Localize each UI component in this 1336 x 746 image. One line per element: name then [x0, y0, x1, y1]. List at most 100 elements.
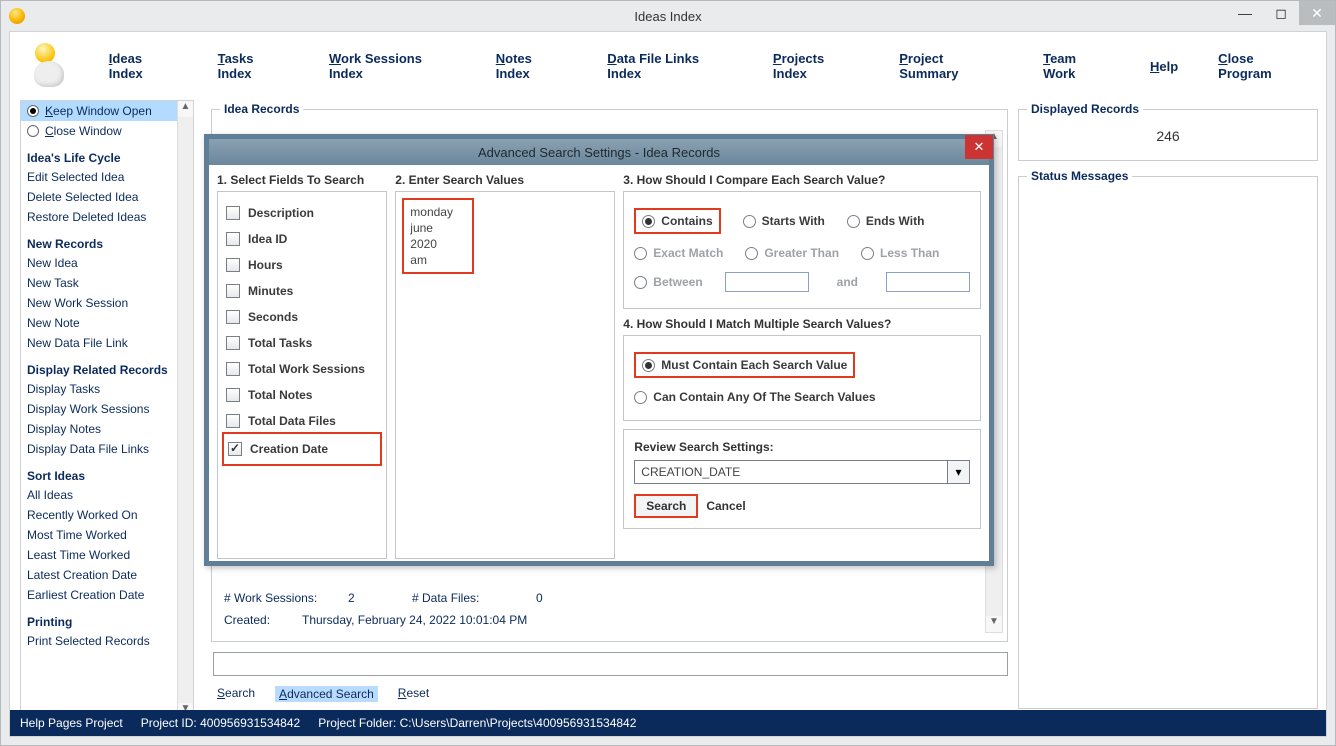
- side-link[interactable]: Display Notes: [21, 419, 193, 439]
- between-from-input[interactable]: [725, 272, 809, 292]
- side-link[interactable]: Display Data File Links: [21, 439, 193, 459]
- side-link[interactable]: New Data File Link: [21, 333, 193, 353]
- radio-close-window[interactable]: Close Window: [21, 121, 193, 141]
- review-dropdown-button[interactable]: ▾: [948, 460, 970, 484]
- maximize-button[interactable]: ◻: [1263, 1, 1299, 25]
- displayed-records-fieldset: Displayed Records 246: [1018, 102, 1318, 161]
- checkbox-icon: [226, 336, 240, 350]
- review-select[interactable]: CREATION_DATE: [634, 460, 948, 484]
- between-to-input[interactable]: [886, 272, 970, 292]
- field-label: Total Work Sessions: [248, 362, 365, 376]
- field-label: Total Data Files: [248, 414, 336, 428]
- side-link[interactable]: Print Selected Records: [21, 631, 193, 651]
- record-detail: # Work Sessions: 2 # Data Files: 0 Creat…: [224, 587, 979, 631]
- radio-contains[interactable]: Contains: [642, 214, 712, 228]
- field-checkbox-row[interactable]: Total Tasks: [226, 330, 378, 356]
- radio-exact-match[interactable]: Exact Match: [634, 246, 723, 260]
- checkbox-icon: [226, 232, 240, 246]
- radio-less-than[interactable]: Less Than: [861, 246, 939, 260]
- side-link[interactable]: New Note: [21, 313, 193, 333]
- search-values-box: mondayjune2020am: [395, 191, 615, 559]
- radio-ends-with[interactable]: Ends With: [847, 214, 925, 228]
- col1-heading: 1. Select Fields To Search: [217, 173, 387, 191]
- nav-projects-index[interactable]: Projects Index: [773, 51, 859, 81]
- side-link[interactable]: All Ideas: [21, 485, 193, 505]
- side-link[interactable]: New Idea: [21, 253, 193, 273]
- field-checkbox-row[interactable]: Total Work Sessions: [226, 356, 378, 382]
- field-label: Creation Date: [250, 442, 328, 456]
- created-label: Created:: [224, 613, 278, 627]
- nav-tasks-index[interactable]: Tasks Index: [218, 51, 289, 81]
- match-each-hl: Must Contain Each Search Value: [634, 352, 855, 378]
- app-window: Ideas Index — ◻ ✕ Ideas Index Tasks Inde…: [0, 0, 1336, 746]
- field-checkbox-row[interactable]: Idea ID: [226, 226, 378, 252]
- side-link[interactable]: Display Work Sessions: [21, 399, 193, 419]
- search-button[interactable]: Search: [634, 494, 698, 518]
- tab-advanced-search[interactable]: Advanced Search: [275, 686, 378, 702]
- review-heading: Review Search Settings:: [634, 440, 970, 454]
- radio-keep-window-open[interactable]: Keep Window Open: [21, 101, 193, 121]
- tab-search[interactable]: Search: [217, 686, 255, 702]
- checkbox-icon: [226, 388, 240, 402]
- side-link[interactable]: Edit Selected Idea: [21, 167, 193, 187]
- minimize-button[interactable]: —: [1227, 1, 1263, 25]
- checkbox-icon: [226, 310, 240, 324]
- idea-records-legend: Idea Records: [220, 102, 303, 116]
- status-project-folder: Project Folder: C:\Users\Darren\Projects…: [318, 716, 636, 730]
- checkbox-icon: [226, 414, 240, 428]
- search-input[interactable]: [213, 652, 1008, 676]
- tab-reset[interactable]: Reset: [398, 686, 429, 702]
- field-label: Hours: [248, 258, 283, 272]
- side-link[interactable]: Earliest Creation Date: [21, 585, 193, 605]
- field-checkbox-row[interactable]: Creation Date: [228, 436, 376, 462]
- scroll-down-icon[interactable]: ▼: [986, 616, 1002, 632]
- cancel-button[interactable]: Cancel: [706, 499, 745, 513]
- side-link[interactable]: New Task: [21, 273, 193, 293]
- side-link[interactable]: Restore Deleted Ideas: [21, 207, 193, 227]
- radio-must-contain-each[interactable]: Must Contain Each Search Value: [642, 358, 847, 372]
- close-button[interactable]: ✕: [1299, 1, 1335, 25]
- checkbox-icon: [226, 206, 240, 220]
- window-buttons: — ◻ ✕: [1227, 1, 1335, 25]
- advanced-search-dialog: Advanced Search Settings - Idea Records …: [204, 134, 994, 566]
- checkbox-icon: [226, 258, 240, 272]
- field-label: Total Tasks: [248, 336, 312, 350]
- compare-box: Contains Starts With Ends With Exact Mat…: [623, 191, 981, 309]
- field-list: Description Idea ID Hours MinutesSeconds Tot…: [217, 191, 387, 559]
- radio-greater-than[interactable]: Greater Than: [745, 246, 839, 260]
- nav-notes-index[interactable]: Notes Index: [496, 51, 568, 81]
- field-checkbox-row[interactable]: Hours: [226, 252, 378, 278]
- radio-between[interactable]: Between: [634, 275, 702, 289]
- left-scrollbar[interactable]: ▲ ▼: [177, 101, 193, 719]
- nav-ideas-index[interactable]: Ideas Index: [109, 51, 178, 81]
- radio-can-contain-any[interactable]: Can Contain Any Of The Search Values: [634, 390, 875, 404]
- scroll-up-icon[interactable]: ▲: [178, 101, 193, 117]
- side-heading: Idea's Life Cycle: [21, 141, 193, 167]
- field-checkbox-row[interactable]: Total Notes: [226, 382, 378, 408]
- nav-close-program[interactable]: Close Program: [1218, 51, 1308, 81]
- field-checkbox-row[interactable]: Seconds: [226, 304, 378, 330]
- search-values-text[interactable]: mondayjune2020am: [402, 198, 474, 274]
- field-checkbox-row[interactable]: Description: [226, 200, 378, 226]
- dialog-titlebar: Advanced Search Settings - Idea Records …: [209, 139, 989, 165]
- nav-data-file-links-index[interactable]: Data File Links Index: [607, 51, 733, 81]
- side-link[interactable]: Display Tasks: [21, 379, 193, 399]
- side-link[interactable]: New Work Session: [21, 293, 193, 313]
- field-checkbox-row[interactable]: Minutes: [226, 278, 378, 304]
- side-link[interactable]: Most Time Worked: [21, 525, 193, 545]
- radio-starts-with[interactable]: Starts With: [743, 214, 825, 228]
- nav-project-summary[interactable]: Project Summary: [899, 51, 1003, 81]
- side-link[interactable]: Recently Worked On: [21, 505, 193, 525]
- side-heading: New Records: [21, 227, 193, 253]
- field-label: Description: [248, 206, 314, 220]
- nav-help[interactable]: Help: [1150, 59, 1178, 74]
- dialog-close-button[interactable]: ✕: [965, 135, 993, 159]
- side-link[interactable]: Least Time Worked: [21, 545, 193, 565]
- nav-team-work[interactable]: Team Work: [1043, 51, 1110, 81]
- nav-work-sessions-index[interactable]: Work Sessions Index: [329, 51, 456, 81]
- side-link[interactable]: Delete Selected Idea: [21, 187, 193, 207]
- dialog-col-compare: 3. How Should I Compare Each Search Valu…: [623, 173, 981, 553]
- dialog-body: 1. Select Fields To Search Description Id…: [209, 165, 989, 561]
- side-link[interactable]: Latest Creation Date: [21, 565, 193, 585]
- field-checkbox-row[interactable]: Total Data Files: [226, 408, 378, 434]
